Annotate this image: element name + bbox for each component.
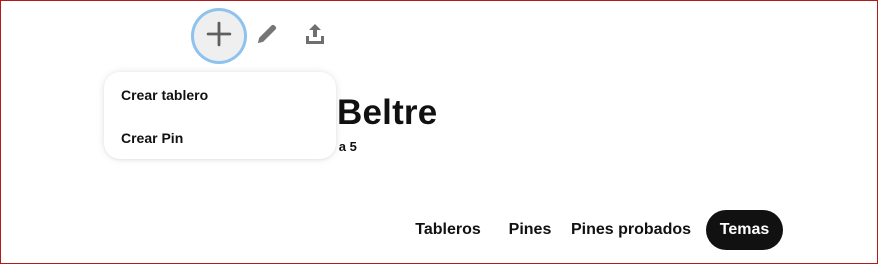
tab-tableros[interactable]: Tableros bbox=[404, 210, 492, 250]
tab-temas[interactable]: Temas bbox=[706, 210, 783, 250]
create-menu: Crear tablero Crear Pin bbox=[104, 72, 336, 159]
pencil-icon bbox=[255, 22, 279, 51]
share-upload-icon bbox=[303, 22, 327, 51]
menu-item-create-board[interactable]: Crear tablero bbox=[104, 75, 336, 115]
edit-profile-button[interactable] bbox=[251, 20, 283, 52]
tab-pines[interactable]: Pines bbox=[500, 210, 560, 250]
menu-item-create-pin[interactable]: Crear Pin bbox=[104, 118, 336, 158]
create-button[interactable] bbox=[191, 8, 247, 64]
profile-name: Beltre bbox=[337, 93, 438, 132]
tab-pines-probados[interactable]: Pines probados bbox=[570, 210, 692, 250]
plus-icon bbox=[206, 21, 232, 52]
share-button[interactable] bbox=[299, 20, 331, 52]
